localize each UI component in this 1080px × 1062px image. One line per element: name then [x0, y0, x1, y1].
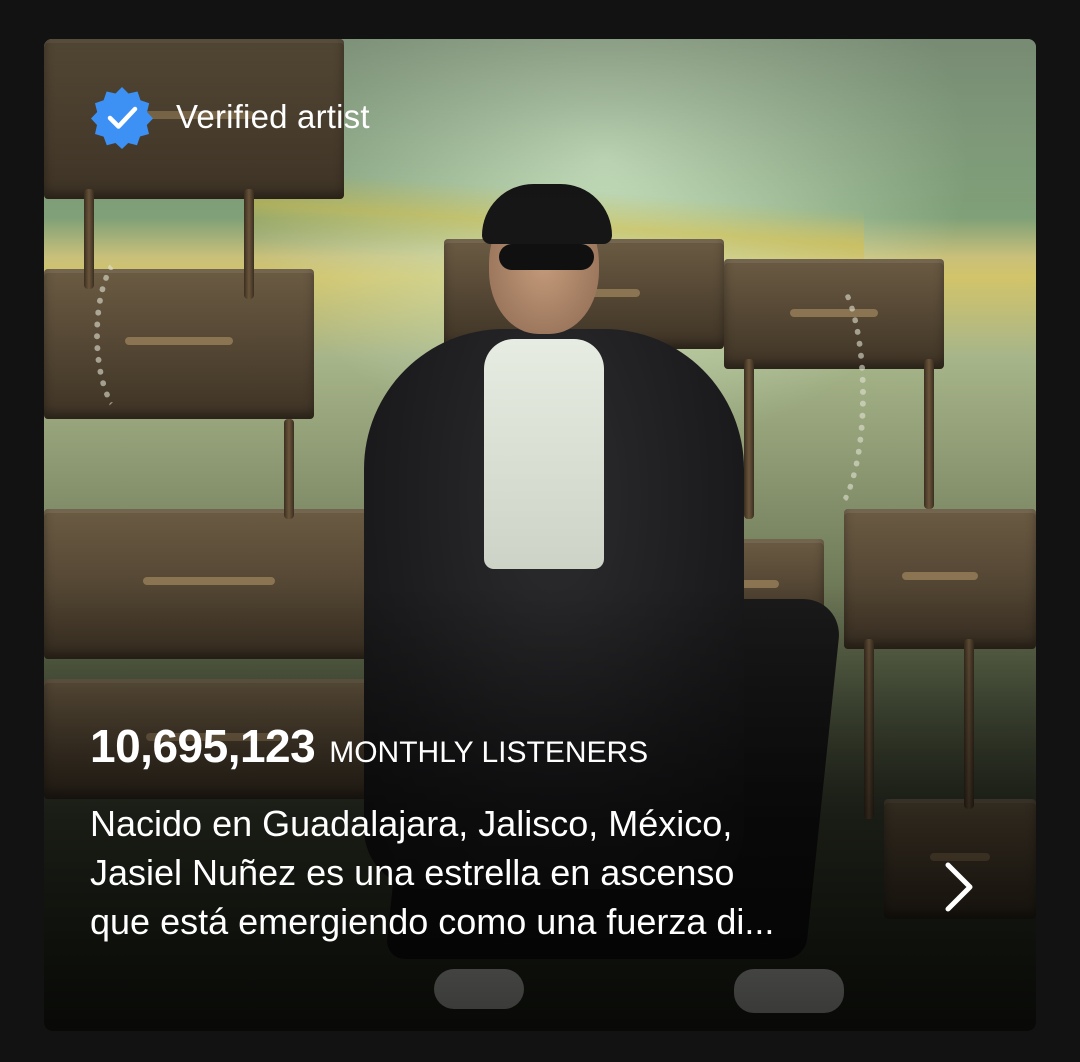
- artist-bio[interactable]: Nacido en Guadalajara, Jalisco, México, …: [90, 799, 950, 946]
- artist-about-card[interactable]: Verified artist 10,695,123 MONTHLY LISTE…: [44, 39, 1036, 1031]
- bio-line: Nacido en Guadalajara, Jalisco, México,: [90, 803, 733, 844]
- chevron-right-icon[interactable]: [934, 857, 984, 917]
- bio-line: Jasiel Nuñez es una estrella en ascenso: [90, 852, 735, 893]
- verified-badge-icon: [91, 87, 153, 149]
- monthly-listeners: 10,695,123 MONTHLY LISTENERS: [90, 719, 648, 773]
- monthly-listeners-label: MONTHLY LISTENERS: [329, 736, 649, 769]
- verified-artist-label: Verified artist: [176, 98, 370, 135]
- verified-artist-badge: Verified artist: [90, 85, 370, 149]
- monthly-listeners-count: 10,695,123: [90, 720, 316, 772]
- bio-line: que está emergiendo como una fuerza di..…: [90, 901, 775, 942]
